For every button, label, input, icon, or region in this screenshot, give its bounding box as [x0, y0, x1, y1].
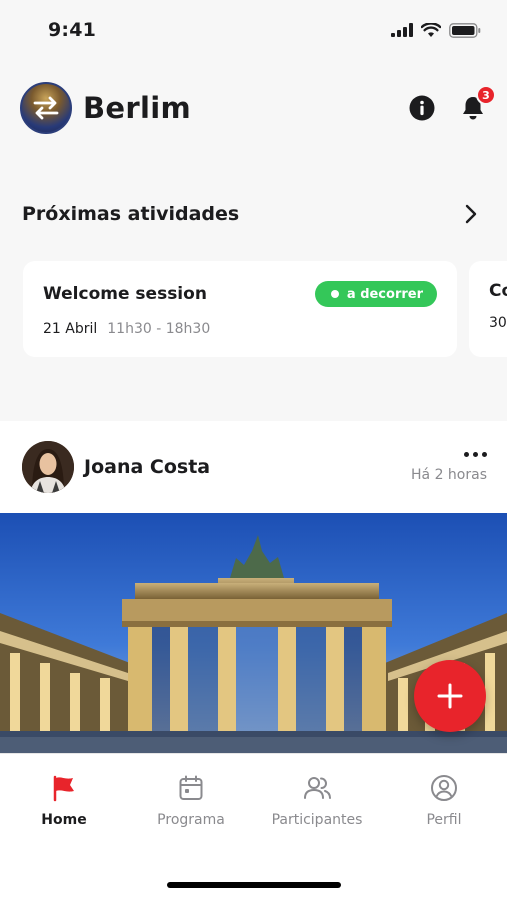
users-icon: [304, 777, 331, 799]
notification-badge: 3: [476, 85, 496, 105]
tab-label: Home: [41, 812, 87, 828]
post-author[interactable]: Joana Costa: [22, 441, 210, 493]
info-button[interactable]: [409, 95, 435, 121]
event-switcher[interactable]: Berlim: [20, 82, 191, 134]
user-circle-icon: [431, 775, 457, 801]
tab-perfil[interactable]: Perfil: [384, 774, 504, 828]
status-bar: 9:41: [0, 0, 507, 60]
calendar-icon: [179, 775, 203, 800]
more-options-icon[interactable]: [464, 451, 487, 457]
add-post-button[interactable]: [414, 660, 486, 732]
activity-date: 21 Abril: [43, 321, 98, 337]
tab-label: Perfil: [426, 812, 462, 828]
author-photo: [22, 441, 74, 493]
status-badge: a decorrer: [314, 281, 437, 307]
activity-time: 11h30 - 18h30: [107, 321, 211, 337]
info-icon: [409, 95, 435, 121]
tab-participantes[interactable]: Participantes: [257, 774, 377, 828]
live-dot-icon: [330, 290, 339, 298]
status-label: a decorrer: [346, 286, 423, 302]
battery-icon: [449, 22, 481, 38]
tab-programa[interactable]: Programa: [131, 774, 251, 828]
notifications-button[interactable]: 3: [461, 85, 496, 121]
section-title: Próximas atividades: [22, 203, 240, 225]
chevron-right-icon[interactable]: [465, 204, 477, 224]
tab-bar: Home Programa Participantes Perfil: [0, 753, 507, 900]
activity-title: Welcome session: [43, 284, 207, 304]
tab-label: Programa: [157, 812, 225, 828]
app-header: Berlim 3: [20, 80, 496, 136]
signal-icon: [391, 23, 413, 37]
author-name: Joana Costa: [84, 456, 211, 478]
plus-icon: [437, 683, 463, 709]
post-timestamp: Há 2 horas: [411, 466, 487, 483]
status-time: 9:41: [48, 19, 97, 41]
avatar[interactable]: [22, 441, 74, 493]
tab-home[interactable]: Home: [4, 774, 124, 828]
activity-date: 30: [489, 315, 507, 331]
home-indicator: [167, 882, 341, 888]
event-title: Berlim: [83, 91, 191, 125]
post-header: Joana Costa Há 2 horas: [0, 421, 507, 513]
event-avatar[interactable]: [20, 82, 72, 134]
activity-title: Co: [489, 281, 507, 301]
activity-card[interactable]: Co 30: [469, 261, 507, 357]
tab-label: Participantes: [271, 812, 363, 828]
activities-carousel[interactable]: Welcome session a decorrer 21 Abril 11h3…: [23, 261, 507, 357]
switch-icon: [33, 96, 59, 120]
upcoming-section-header[interactable]: Próximas atividades: [22, 203, 477, 225]
flag-icon: [53, 775, 74, 802]
wifi-icon: [421, 22, 441, 37]
status-icons: [391, 22, 481, 38]
activity-card[interactable]: Welcome session a decorrer 21 Abril 11h3…: [23, 261, 457, 357]
